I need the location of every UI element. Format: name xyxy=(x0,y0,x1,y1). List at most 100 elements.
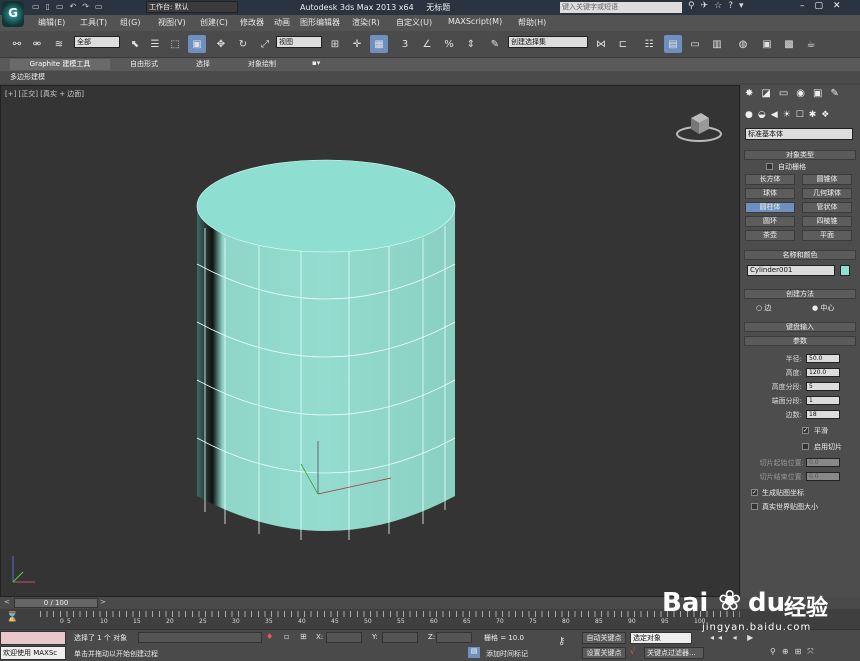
tab-object-paint[interactable]: 对象绘制 xyxy=(248,59,276,69)
slice-from-spinner[interactable]: 0.0 xyxy=(806,458,840,467)
keyboard-shortcut-icon[interactable]: ▦ xyxy=(370,35,388,53)
align-icon[interactable]: ⊏ xyxy=(614,35,632,53)
tab-selection[interactable]: 选择 xyxy=(196,59,210,69)
torus-button[interactable]: 圆环 xyxy=(745,216,795,227)
pyramid-button[interactable]: 四棱锥 xyxy=(802,216,852,227)
rendered-frame-icon[interactable]: ▩ xyxy=(780,35,798,53)
title-tools[interactable]: ⚲✈☆?▾ xyxy=(688,1,788,11)
select-manipulate-icon[interactable]: ✛ xyxy=(348,35,366,53)
menu-graph-editors[interactable]: 图形编辑器 xyxy=(300,17,340,28)
x-coord-field[interactable] xyxy=(326,632,362,643)
scale-icon[interactable]: ⤢ xyxy=(256,35,274,53)
viewport-nav-icons[interactable]: ⚲⊕⊞⤧ xyxy=(770,647,820,657)
selection-filter-dropdown[interactable]: 全部 xyxy=(74,36,120,48)
angle-snap-icon[interactable]: ∠ xyxy=(418,35,436,53)
box-button[interactable]: 长方体 xyxy=(745,174,795,185)
edge-radio[interactable]: ○ 边 xyxy=(756,303,771,313)
cylinder-object[interactable] xyxy=(191,156,461,548)
move-icon[interactable]: ✥ xyxy=(212,35,230,53)
menu-maxscript[interactable]: MAXScript(M) xyxy=(448,17,502,26)
menu-edit[interactable]: 编辑(E) xyxy=(38,17,65,28)
y-coord-field[interactable] xyxy=(382,632,418,643)
render-setup-icon[interactable]: ▣ xyxy=(758,35,776,53)
cone-button[interactable]: 圆锥体 xyxy=(802,174,852,185)
spinner-snap-icon[interactable]: ⇕ xyxy=(462,35,480,53)
viewcube-icon[interactable] xyxy=(671,104,727,144)
menu-animation[interactable]: 动画 xyxy=(274,17,290,28)
height-spinner[interactable]: 120.0 xyxy=(806,368,840,377)
layer-manager-icon[interactable]: ☷ xyxy=(640,35,658,53)
key-filters-button[interactable]: 关键点过滤器... xyxy=(644,647,704,659)
quick-access-icons[interactable]: ▭▯▭↶↷▭ xyxy=(32,2,142,13)
app-logo-icon[interactable]: G xyxy=(2,1,24,27)
key-filter-icon[interactable]: √ xyxy=(630,647,635,656)
z-coord-field[interactable] xyxy=(436,632,472,643)
slice-on-checkbox[interactable] xyxy=(802,443,809,450)
time-tag-icon[interactable]: ▤ xyxy=(468,647,480,658)
window-controls[interactable]: –▢✕ xyxy=(800,1,860,11)
tab-freeform[interactable]: 自由形式 xyxy=(130,59,158,69)
object-color-swatch[interactable] xyxy=(840,265,850,276)
cylinder-button[interactable]: 圆柱体 xyxy=(745,202,795,213)
menu-customize[interactable]: 自定义(U) xyxy=(396,17,432,28)
lock-icon[interactable]: ▫ xyxy=(284,632,289,641)
unlink-icon[interactable]: ⚮ xyxy=(28,35,46,53)
rollout-creation-method[interactable]: 创建方法 xyxy=(744,289,856,299)
edit-named-selection-icon[interactable]: ✎ xyxy=(486,35,504,53)
select-by-name-icon[interactable]: ☰ xyxy=(146,35,164,53)
maxscript-welcome[interactable]: 欢迎使用 MAXSc xyxy=(0,646,66,660)
command-panel-tabs[interactable]: ✸◪▭◉▣✎ xyxy=(745,88,857,102)
menu-group[interactable]: 组(G) xyxy=(120,17,140,28)
add-time-tag[interactable]: 添加时间标记 xyxy=(486,649,528,659)
material-editor-icon[interactable]: ◍ xyxy=(734,35,752,53)
menu-tools[interactable]: 工具(T) xyxy=(80,17,107,28)
mirror-icon[interactable]: ⋈ xyxy=(592,35,610,53)
rollout-name-color[interactable]: 名称和颜色 xyxy=(744,250,856,260)
rollout-object-type[interactable]: 对象类型 xyxy=(744,150,856,160)
create-subtabs[interactable]: ●◒◀☀☐✱❖ xyxy=(745,110,857,122)
window-crossing-icon[interactable]: ▣ xyxy=(188,35,206,53)
gen-uv-checkbox[interactable]: ✓ xyxy=(751,489,758,496)
real-world-checkbox[interactable] xyxy=(751,503,758,510)
time-slider-prev[interactable]: < xyxy=(4,598,10,606)
time-slider-thumb[interactable]: 0 / 100 xyxy=(14,598,98,608)
snap-toggle-icon[interactable]: 3 xyxy=(396,35,414,53)
plane-button[interactable]: 平面 xyxy=(802,230,852,241)
workspace-dropdown[interactable]: 工作台: 默认 xyxy=(146,1,238,13)
slice-to-spinner[interactable]: 0.0 xyxy=(806,472,840,481)
object-name-field[interactable]: Cylinder001 xyxy=(747,265,835,276)
set-key-button[interactable]: 设置关键点 xyxy=(582,647,626,659)
height-segments-spinner[interactable]: 5 xyxy=(806,382,840,391)
named-selection-dropdown[interactable]: 创建选择集 xyxy=(508,36,588,48)
select-object-icon[interactable]: ⬉ xyxy=(126,35,144,53)
search-input[interactable]: 键入关键字或短语 xyxy=(560,2,682,13)
ribbon-sub-label[interactable]: 多边形建模 xyxy=(10,72,45,82)
perspective-viewport[interactable]: [+] [正交] [真实 + 边面] xyxy=(0,85,740,597)
maxscript-listener[interactable] xyxy=(0,631,66,645)
curve-editor-icon[interactable]: ▭ xyxy=(686,35,704,53)
tab-graphite[interactable]: Graphite 建模工具 xyxy=(10,59,110,70)
graphite-toggle-icon[interactable]: ▤ xyxy=(664,35,682,53)
geosphere-button[interactable]: 几何球体 xyxy=(802,188,852,199)
smooth-checkbox[interactable]: ✓ xyxy=(802,427,809,434)
rollout-keyboard-entry[interactable]: 键盘输入 xyxy=(744,322,856,332)
viewport-label[interactable]: [+] [正交] [真实 + 边面] xyxy=(5,89,84,99)
menu-rendering[interactable]: 渲染(R) xyxy=(352,17,380,28)
pivot-center-icon[interactable]: ⊞ xyxy=(326,35,344,53)
percent-snap-icon[interactable]: % xyxy=(440,35,458,53)
menu-view[interactable]: 视图(V) xyxy=(158,17,186,28)
schematic-view-icon[interactable]: ▥ xyxy=(708,35,726,53)
radius-spinner[interactable]: 50.0 xyxy=(806,354,840,363)
time-slider-next[interactable]: > xyxy=(100,598,106,606)
ribbon-options-icon[interactable]: ▪▾ xyxy=(312,59,320,67)
render-icon[interactable]: ☕ xyxy=(802,35,820,53)
menu-modifiers[interactable]: 修改器 xyxy=(240,17,264,28)
center-radio[interactable]: ● 中心 xyxy=(812,303,834,313)
cap-segments-spinner[interactable]: 1 xyxy=(806,396,840,405)
link-icon[interactable]: ⚯ xyxy=(8,35,26,53)
tube-button[interactable]: 管状体 xyxy=(802,202,852,213)
rollout-parameters[interactable]: 参数 xyxy=(744,336,856,346)
menu-help[interactable]: 帮助(H) xyxy=(518,17,546,28)
track-bar-icon[interactable]: ⌛ xyxy=(6,612,18,623)
auto-key-button[interactable]: 自动关键点 xyxy=(582,632,626,644)
